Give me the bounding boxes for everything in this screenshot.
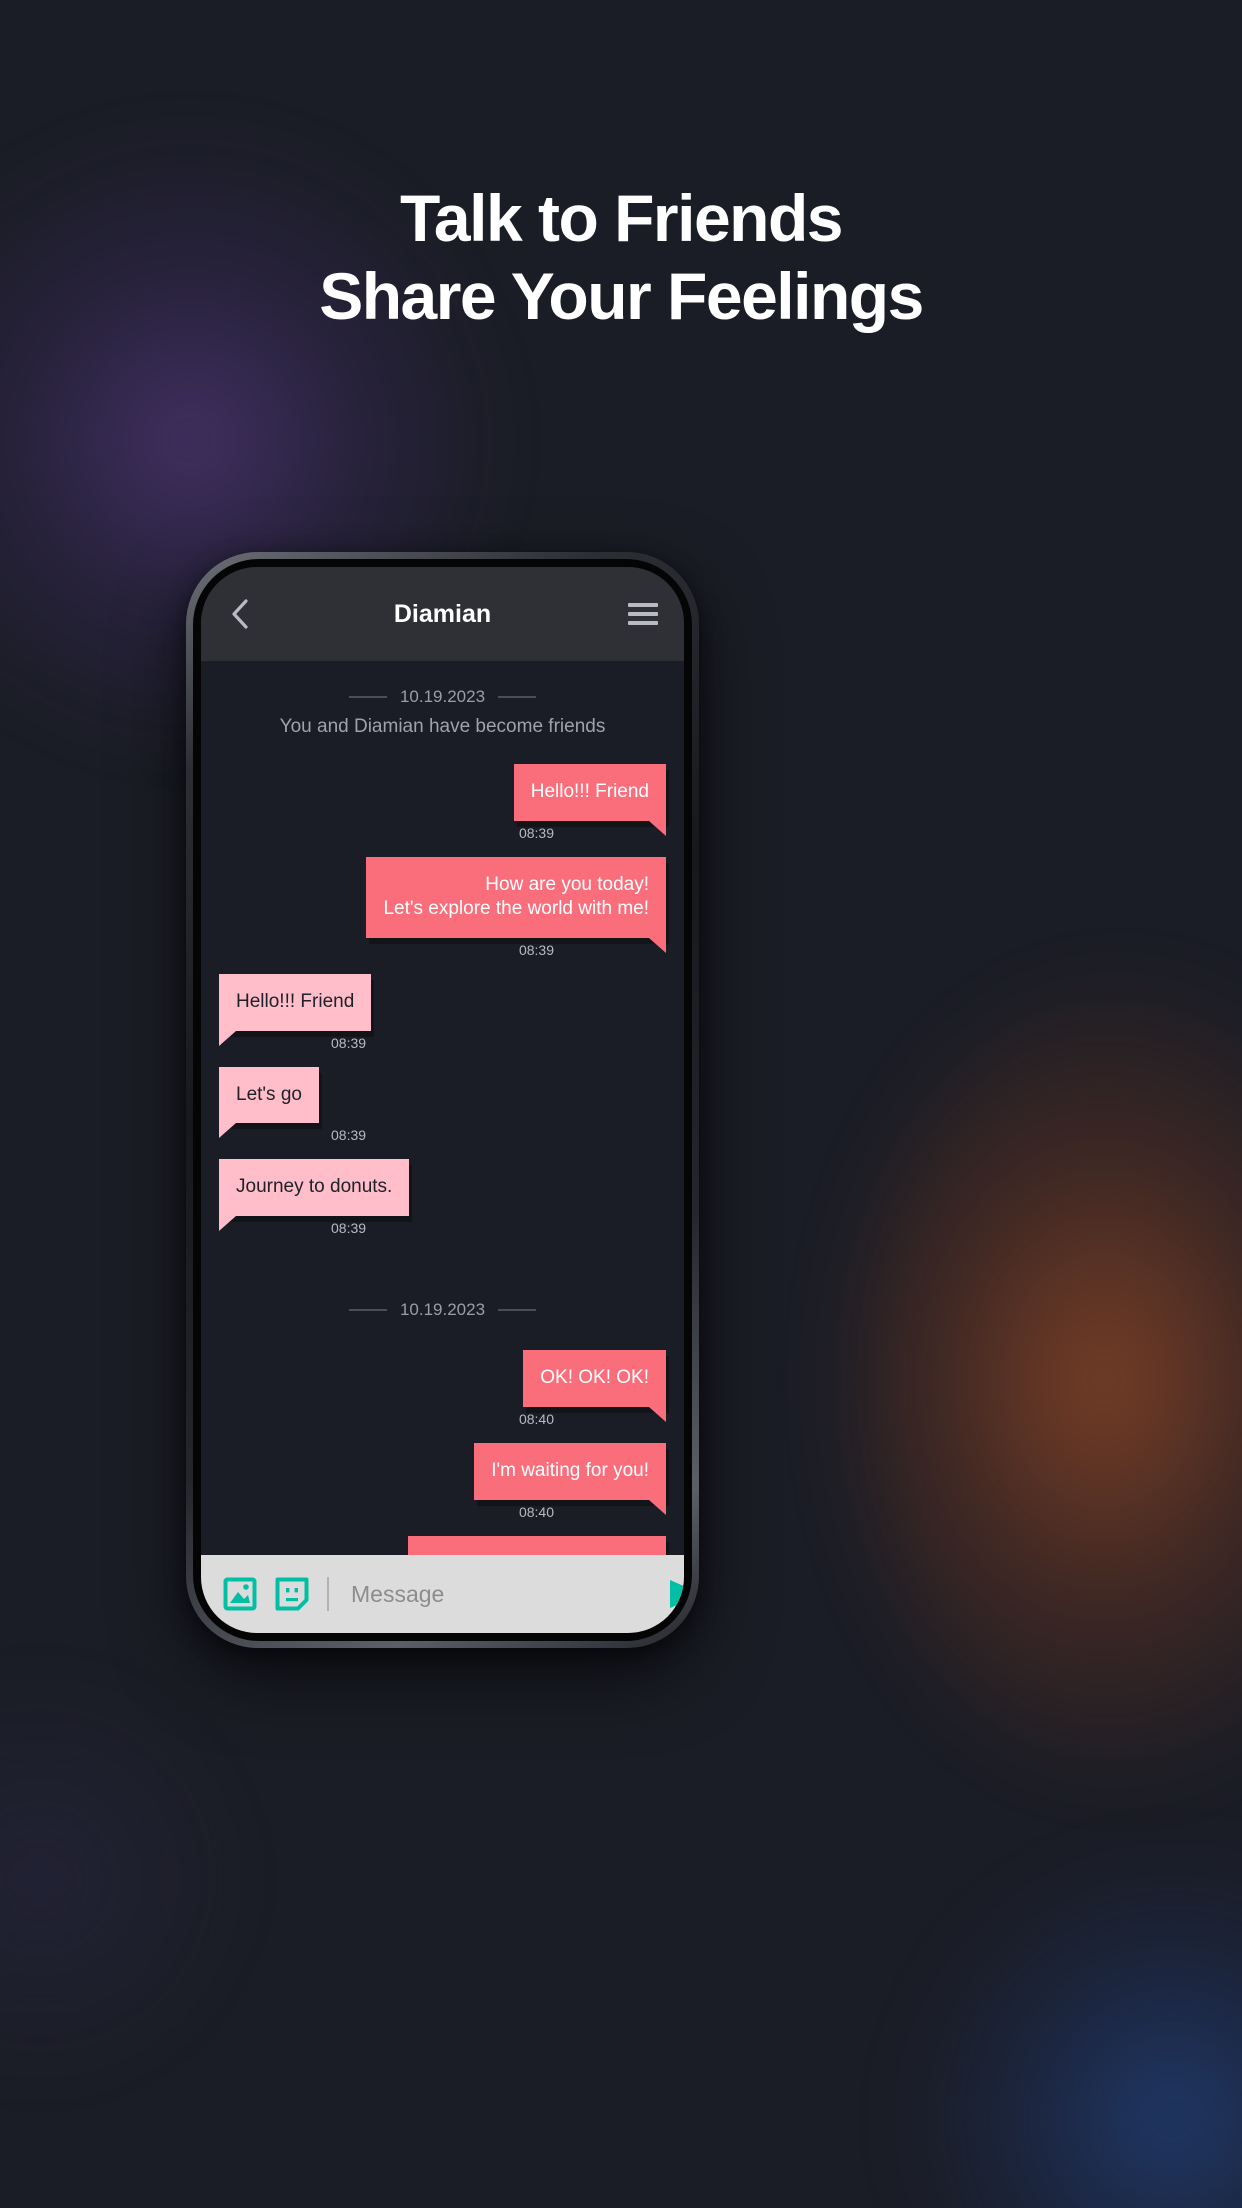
message-timestamp: 08:39 — [331, 1034, 367, 1051]
message-row: I'm waiting for you! 08:40 — [219, 1442, 666, 1520]
outgoing-message-bubble[interactable]: How are you today! Let's explore the worl… — [366, 856, 666, 954]
menu-bar-3 — [628, 621, 658, 625]
message-timestamp: 08:40 — [518, 1410, 554, 1427]
message-timestamp: 08:40 — [518, 1503, 554, 1520]
menu-bar-2 — [628, 612, 658, 616]
message-row: OK! OK! OK! 08:40 — [219, 1350, 666, 1427]
outgoing-message-bubble[interactable]: I'm waiting for you! — [474, 1442, 666, 1515]
back-button[interactable] — [223, 597, 257, 631]
orange-glow — [852, 980, 1242, 1780]
date-divider-top: 10.19.2023 — [219, 687, 666, 707]
date-divider-mid: 10.19.2023 — [219, 1300, 666, 1320]
message-timestamp: 08:39 — [331, 1220, 367, 1237]
message-timestamp: 08:39 — [331, 1127, 367, 1144]
outgoing-message-bubble[interactable]: Hello!!! Friend — [513, 764, 667, 836]
image-picker-icon[interactable] — [223, 1577, 257, 1611]
message-group-2: OK! OK! OK! 08:40 I'm waiting for you! 08:4… — [219, 1350, 666, 1555]
message-row: Hello!!! Friend 08:39 — [219, 974, 666, 1051]
input-divider — [327, 1577, 329, 1611]
incoming-message-bubble[interactable]: Let's go — [219, 1066, 319, 1139]
message-input[interactable] — [347, 1580, 647, 1608]
phone-screen: Diamian 10.19.2023 You and Diamian have … — [201, 567, 684, 1633]
chat-message-list[interactable]: 10.19.2023 You and Diamian have become f… — [201, 661, 684, 1555]
incoming-message-bubble[interactable]: Hello!!! Friend — [219, 974, 372, 1046]
message-timestamp: 08:39 — [518, 824, 554, 841]
system-note: You and Diamian have become friends — [279, 716, 606, 737]
divider-rule-right — [498, 696, 537, 698]
incoming-message-bubble[interactable]: Journey to donuts. — [219, 1159, 410, 1231]
message-group-1: Hello!!! Friend 08:39 How are you today! Le… — [219, 764, 667, 1236]
message-timestamp: 08:39 — [518, 942, 554, 959]
message-row: Journey to donuts. 08:39 — [219, 1159, 666, 1236]
date-label: 10.19.2023 — [399, 687, 486, 706]
menu-bar-1 — [628, 603, 658, 607]
sticker-emoji-icon[interactable] — [275, 1577, 309, 1611]
date-label: 10.19.2023 — [399, 1300, 486, 1320]
headline-line-1: Talk to Friends — [399, 181, 844, 255]
message-row: Hello!!! Friend 08:39 — [219, 764, 667, 841]
message-input-bar — [201, 1555, 684, 1633]
divider-rule-left — [348, 1309, 387, 1312]
divider-rule-left — [348, 696, 387, 698]
message-row: Let's go 08:39 — [219, 1066, 666, 1144]
phone-mockup: Diamian 10.19.2023 You and Diamian have … — [186, 552, 699, 1648]
chat-header: Diamian — [201, 567, 684, 661]
hamburger-menu-icon[interactable] — [628, 599, 662, 629]
outgoing-message-bubble[interactable]: Become the last Red Brick — [408, 1535, 666, 1555]
page-title: Diamian — [393, 599, 492, 628]
faint-left-glow — [0, 1668, 250, 2088]
outgoing-message-bubble[interactable]: OK! OK! OK! — [523, 1350, 666, 1422]
headline-line-2: Share Your Feelings — [319, 258, 924, 333]
blue-glow — [912, 1858, 1242, 2208]
message-row: Become the last Red Brick08:40 — [219, 1535, 666, 1555]
chevron-left-icon — [230, 598, 250, 630]
message-row: How are you today! Let's explore the worl… — [219, 856, 666, 959]
headline: Talk to Friends Share Your Feelings — [0, 180, 1242, 336]
divider-rule-right — [498, 1309, 537, 1312]
